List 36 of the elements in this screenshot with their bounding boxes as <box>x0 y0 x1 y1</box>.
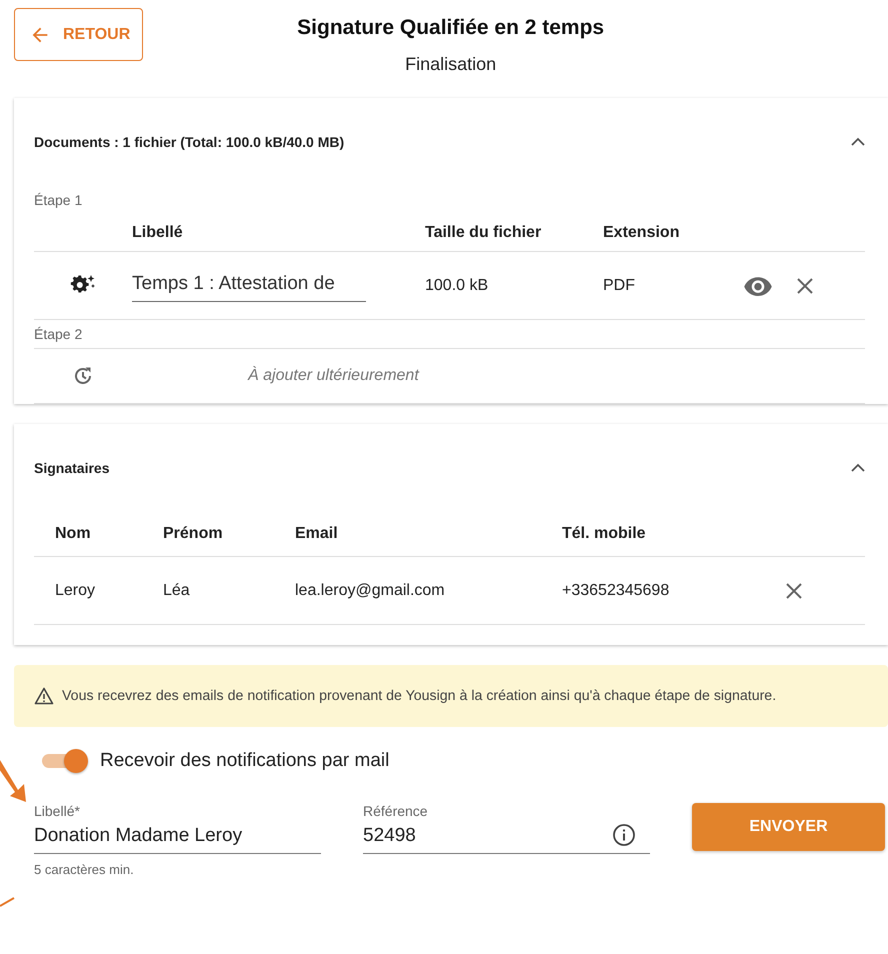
toggle-label: Recevoir des notifications par mail <box>100 750 390 772</box>
warning-icon <box>34 687 54 705</box>
table-cell-text: +33652345698 <box>562 582 670 600</box>
step-label: Étape 1 <box>34 191 84 210</box>
info-icon[interactable] <box>612 823 636 847</box>
pending-text: À ajouter ultérieurement <box>248 367 419 385</box>
chevron-up-icon[interactable] <box>851 137 865 147</box>
close-icon[interactable] <box>784 580 804 600</box>
section-title: Documents : 1 fichier (Total: 100.0 kB/40.0 MB) <box>34 134 344 150</box>
column-header: Taille du fichier <box>425 224 542 242</box>
table-cell-text: PDF <box>603 276 636 294</box>
column-header: Prénom <box>163 525 224 543</box>
annotation-arrow <box>0 760 28 802</box>
chevron-up-icon[interactable] <box>851 463 865 473</box>
document-name-field[interactable]: Temps 1 : Attestation de <box>132 269 366 302</box>
page-subtitle: Finalisation <box>405 54 496 75</box>
column-header: Tél. mobile <box>562 525 647 543</box>
eye-icon[interactable] <box>743 276 773 296</box>
table-cell-text: Léa <box>163 582 191 600</box>
label-field[interactable]: Libellé* Donation Madame Leroy <box>34 803 321 854</box>
table-cell-text: Leroy <box>55 582 96 600</box>
toggle-switch[interactable] <box>40 748 90 774</box>
table-cell-text: 100.0 kB <box>425 276 490 294</box>
table-cell-text: lea.leroy@gmail.com <box>295 582 446 600</box>
column-header: Email <box>295 525 339 543</box>
column-header: Extension <box>603 224 680 242</box>
reference-field[interactable]: Référence 52498 <box>363 803 650 854</box>
field-hint: 5 caractères min. <box>34 862 135 877</box>
close-icon[interactable] <box>795 276 815 296</box>
column-header: Nom <box>55 525 92 543</box>
column-header: Libellé <box>132 224 184 242</box>
page-title: Signature Qualifiée en 2 temps <box>297 16 604 40</box>
step-label: Étape 2 <box>34 325 84 344</box>
section-title: Signataires <box>34 460 110 476</box>
annotation-line <box>0 896 16 908</box>
notice-text: Vous recevrez des emails de notification provenant de Yousign à la création ainsi qu'à chaque étape de signature. <box>62 688 776 704</box>
